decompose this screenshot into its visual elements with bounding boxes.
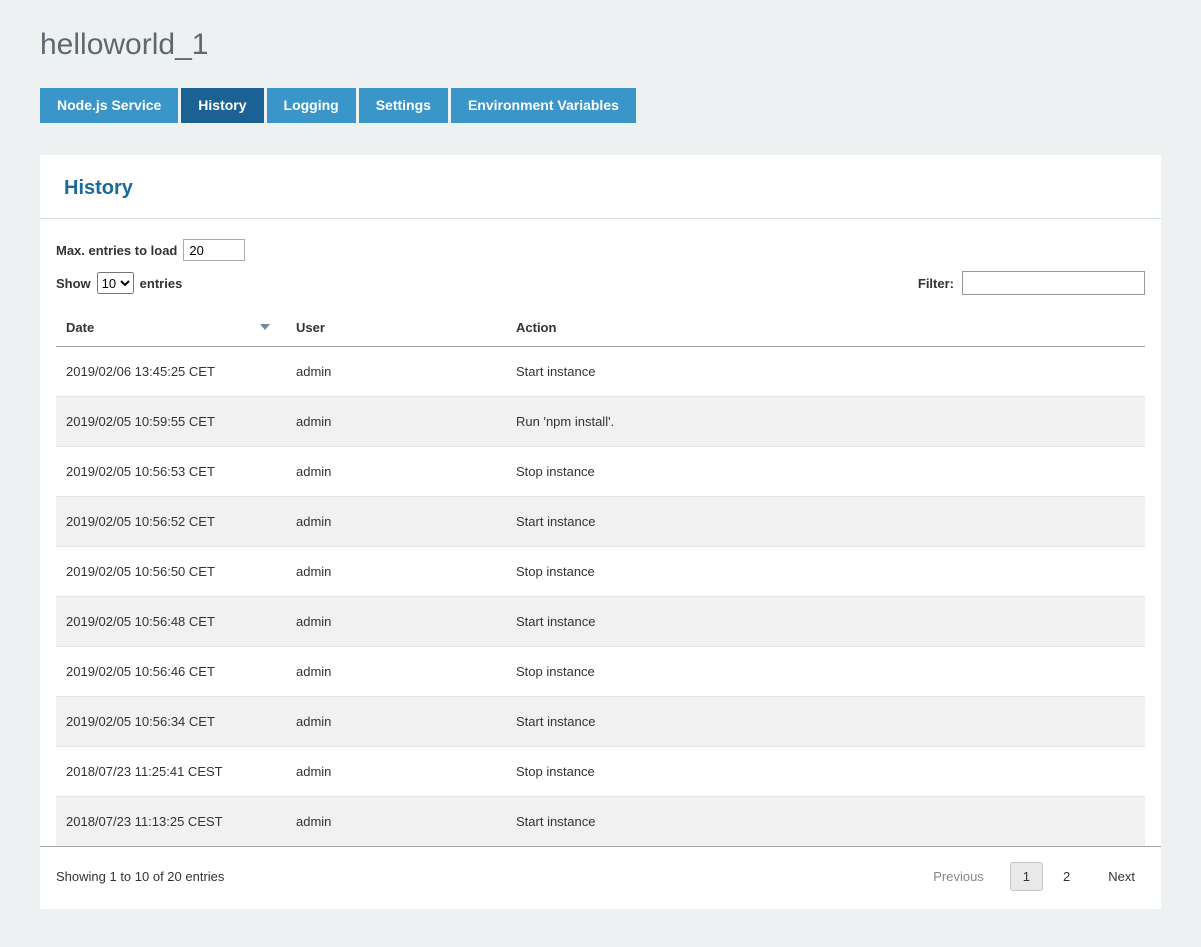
filter-label: Filter:: [918, 276, 954, 291]
cell-action: Start instance: [506, 497, 1145, 547]
cell-user: admin: [286, 547, 506, 597]
tab-history[interactable]: History: [181, 88, 263, 123]
cell-user: admin: [286, 447, 506, 497]
table-row: 2019/02/06 13:45:25 CET admin Start inst…: [56, 347, 1145, 397]
table-row: 2019/02/05 10:56:34 CET admin Start inst…: [56, 697, 1145, 747]
cell-user: admin: [286, 397, 506, 447]
column-header-user-label: User: [296, 320, 325, 335]
table-row: 2019/02/05 10:56:48 CET admin Start inst…: [56, 597, 1145, 647]
cell-date: 2019/02/05 10:56:50 CET: [56, 547, 286, 597]
cell-action: Stop instance: [506, 647, 1145, 697]
sort-desc-icon: [260, 324, 270, 330]
cell-user: admin: [286, 497, 506, 547]
cell-date: 2019/02/05 10:56:53 CET: [56, 447, 286, 497]
column-header-user[interactable]: User: [286, 309, 506, 347]
tab-bar: Node.js Service History Logging Settings…: [40, 88, 1161, 123]
table-row: 2019/02/05 10:56:50 CET admin Stop insta…: [56, 547, 1145, 597]
table-row: 2019/02/05 10:56:53 CET admin Stop insta…: [56, 447, 1145, 497]
cell-date: 2019/02/05 10:56:48 CET: [56, 597, 286, 647]
cell-date: 2019/02/05 10:56:34 CET: [56, 697, 286, 747]
cell-date: 2018/07/23 11:25:41 CEST: [56, 747, 286, 797]
panel-body: Max. entries to load Show 10 entries Fil…: [40, 219, 1161, 846]
max-entries-label: Max. entries to load: [56, 243, 177, 258]
table-header-row: Date User Action: [56, 309, 1145, 347]
cell-action: Run 'npm install'.: [506, 397, 1145, 447]
filter-input[interactable]: [962, 271, 1145, 295]
pagination-page-1-button[interactable]: 1: [1010, 862, 1043, 891]
page-length-select[interactable]: 10: [97, 272, 134, 294]
cell-action: Start instance: [506, 797, 1145, 847]
history-panel: History Max. entries to load Show 10 ent…: [40, 155, 1161, 909]
cell-user: admin: [286, 597, 506, 647]
table-row: 2018/07/23 11:13:25 CEST admin Start ins…: [56, 797, 1145, 847]
table-controls-row: Show 10 entries Filter:: [56, 271, 1145, 295]
page: helloworld_1 Node.js Service History Log…: [0, 0, 1201, 947]
max-entries-input[interactable]: [183, 239, 245, 261]
tab-logging[interactable]: Logging: [267, 88, 356, 123]
panel-heading: History: [64, 177, 1137, 200]
pagination-previous-button[interactable]: Previous: [923, 863, 994, 890]
pagination-page-2-button[interactable]: 2: [1051, 863, 1082, 890]
show-entries-control: Show 10 entries: [56, 272, 182, 294]
column-header-action-label: Action: [516, 320, 556, 335]
cell-user: admin: [286, 747, 506, 797]
cell-date: 2019/02/06 13:45:25 CET: [56, 347, 286, 397]
history-table: Date User Action 2019/02/06 13:45:25 CET…: [56, 309, 1145, 846]
show-label: Show: [56, 276, 91, 291]
column-header-date[interactable]: Date: [56, 309, 286, 347]
table-row: 2019/02/05 10:56:52 CET admin Start inst…: [56, 497, 1145, 547]
cell-date: 2019/02/05 10:56:46 CET: [56, 647, 286, 697]
cell-action: Start instance: [506, 347, 1145, 397]
column-header-date-label: Date: [66, 320, 94, 335]
cell-user: admin: [286, 697, 506, 747]
cell-action: Start instance: [506, 597, 1145, 647]
column-header-action[interactable]: Action: [506, 309, 1145, 347]
pagination-next-button[interactable]: Next: [1098, 863, 1145, 890]
page-title: helloworld_1: [40, 28, 1161, 62]
max-entries-row: Max. entries to load: [56, 239, 1145, 261]
table-footer: Showing 1 to 10 of 20 entries Previous 1…: [40, 846, 1161, 909]
cell-user: admin: [286, 347, 506, 397]
cell-action: Stop instance: [506, 547, 1145, 597]
cell-user: admin: [286, 647, 506, 697]
panel-heading-section: History: [40, 155, 1161, 219]
cell-action: Stop instance: [506, 447, 1145, 497]
cell-date: 2019/02/05 10:56:52 CET: [56, 497, 286, 547]
cell-action: Stop instance: [506, 747, 1145, 797]
cell-action: Start instance: [506, 697, 1145, 747]
pagination: Previous 1 2 Next: [923, 862, 1145, 891]
table-row: 2019/02/05 10:56:46 CET admin Stop insta…: [56, 647, 1145, 697]
cell-date: 2019/02/05 10:59:55 CET: [56, 397, 286, 447]
cell-date: 2018/07/23 11:13:25 CEST: [56, 797, 286, 847]
entries-label: entries: [140, 276, 183, 291]
tab-settings[interactable]: Settings: [359, 88, 448, 123]
filter-control: Filter:: [918, 271, 1145, 295]
tab-environment-variables[interactable]: Environment Variables: [451, 88, 636, 123]
tab-nodejs-service[interactable]: Node.js Service: [40, 88, 178, 123]
table-row: 2018/07/23 11:25:41 CEST admin Stop inst…: [56, 747, 1145, 797]
cell-user: admin: [286, 797, 506, 847]
showing-summary: Showing 1 to 10 of 20 entries: [56, 869, 224, 884]
table-row: 2019/02/05 10:59:55 CET admin Run 'npm i…: [56, 397, 1145, 447]
